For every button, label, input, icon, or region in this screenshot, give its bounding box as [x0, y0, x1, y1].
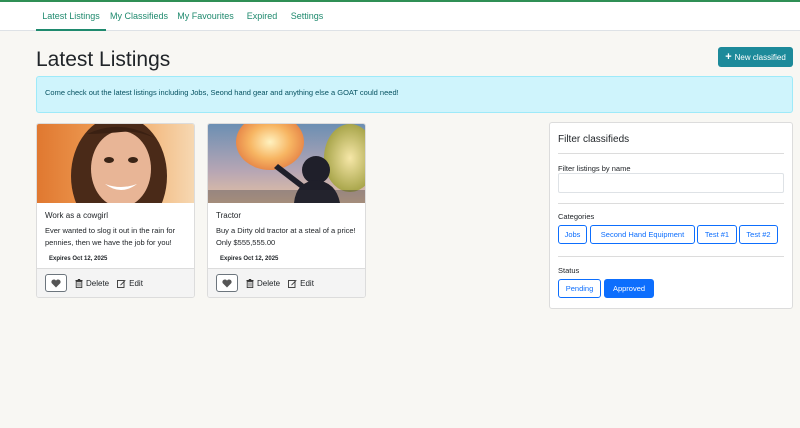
edit-button[interactable]: Edit: [288, 279, 314, 288]
tab-latest-listings[interactable]: Latest Listings: [36, 2, 106, 31]
edit-label: Edit: [300, 278, 314, 288]
trash-icon: [246, 278, 254, 288]
listing-card: Work as a cowgirl Ever wanted to slog it…: [36, 123, 195, 298]
delete-label: Delete: [86, 278, 110, 288]
lantern-photo: [208, 124, 365, 203]
top-navbar: Latest Listings My Classifieds My Favour…: [0, 2, 800, 31]
plus-icon: +: [725, 50, 732, 63]
listing-title[interactable]: Tractor: [216, 211, 357, 220]
trash-icon: [75, 278, 83, 288]
listing-description: Ever wanted to slog it out in the rain f…: [45, 226, 176, 247]
listing-image: [37, 124, 194, 203]
filter-name-label: Filter listings by name: [558, 164, 631, 173]
category-test2-chip[interactable]: Test #2: [739, 225, 778, 244]
listing-actions: Delete Edit: [208, 268, 365, 297]
delete-button[interactable]: Delete: [75, 278, 110, 288]
listing-card: Tractor Buy a Dirty old tractor at a ste…: [207, 123, 366, 298]
filter-name-input[interactable]: [558, 173, 784, 193]
listing-title[interactable]: Work as a cowgirl: [45, 211, 186, 220]
status-pending-chip[interactable]: Pending: [558, 279, 601, 298]
alert-text: Come check out the latest listings inclu…: [45, 88, 399, 97]
listing-expiry: Expires Oct 12, 2025: [49, 256, 108, 262]
listing-actions: Delete Edit: [37, 268, 194, 297]
edit-label: Edit: [129, 278, 143, 288]
listing-expiry: Expires Oct 12, 2025: [220, 256, 279, 262]
info-alert: Come check out the latest listings inclu…: [36, 76, 793, 113]
new-classified-button[interactable]: + New classified: [718, 47, 793, 67]
tab-my-classifieds[interactable]: My Classifieds: [108, 2, 170, 31]
tab-settings[interactable]: Settings: [287, 2, 327, 31]
divider: [558, 153, 784, 154]
categories-label: Categories: [558, 212, 595, 221]
edit-icon: [117, 279, 126, 288]
filter-panel: Filter classifieds Filter listings by na…: [549, 122, 793, 309]
favourite-button[interactable]: [45, 274, 67, 292]
tab-expired[interactable]: Expired: [243, 2, 281, 31]
delete-button[interactable]: Delete: [246, 278, 281, 288]
status-label: Status: [558, 266, 580, 275]
new-classified-label: New classified: [734, 52, 786, 62]
status-approved-chip[interactable]: Approved: [604, 279, 654, 298]
listing-image: [208, 124, 365, 203]
tab-my-favourites[interactable]: My Favourites: [174, 2, 237, 31]
divider: [558, 256, 784, 257]
cowgirl-photo: [37, 124, 194, 203]
page-title: Latest Listings: [36, 48, 171, 71]
listing-description: Buy a Dirty old tractor at a steal of a …: [216, 226, 356, 247]
delete-label: Delete: [257, 278, 281, 288]
category-test1-chip[interactable]: Test #1: [697, 225, 737, 244]
category-jobs-chip[interactable]: Jobs: [558, 225, 587, 244]
category-second-hand-chip[interactable]: Second Hand Equipment: [590, 225, 695, 244]
edit-button[interactable]: Edit: [117, 279, 143, 288]
filter-title: Filter classifieds: [558, 134, 630, 145]
favourite-button[interactable]: [216, 274, 238, 292]
heart-icon: [51, 278, 61, 287]
divider: [558, 203, 784, 204]
edit-icon: [288, 279, 297, 288]
heart-icon: [222, 278, 232, 287]
